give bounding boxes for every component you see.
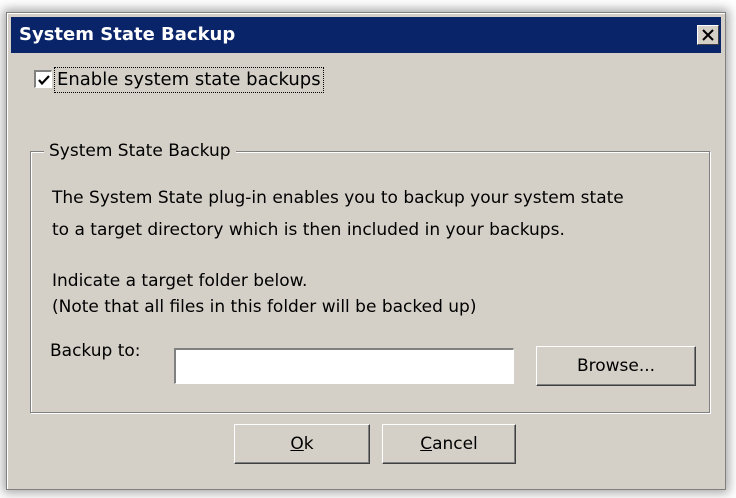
ok-mnemonic: O [290, 434, 304, 454]
instruction-line-2: (Note that all files in this folder will… [52, 297, 477, 317]
close-icon [702, 29, 714, 41]
close-button[interactable] [697, 25, 719, 45]
checkmark-icon [38, 75, 50, 86]
ok-label-rest: k [303, 434, 314, 454]
cancel-mnemonic: C [420, 434, 433, 454]
window-title: System State Backup [19, 24, 236, 45]
cancel-label-rest: ancel [432, 434, 478, 454]
enable-backups-checkbox[interactable] [34, 70, 52, 88]
cancel-button[interactable]: Cancel [382, 424, 516, 464]
description-line-2: to a target directory which is then incl… [52, 220, 565, 240]
description-line-1: The System State plug-in enables you to … [52, 188, 624, 208]
backup-to-label: Backup to: [50, 341, 141, 361]
instruction-line-1: Indicate a target folder below. [52, 271, 308, 291]
ok-button[interactable]: Ok [234, 424, 370, 464]
enable-backups-label[interactable]: Enable system state backups [54, 67, 324, 93]
backup-folder-input[interactable] [174, 348, 514, 384]
browse-button[interactable]: Browse... [536, 346, 696, 386]
groupbox-legend: System State Backup [44, 139, 236, 163]
title-bar[interactable]: System State Backup [11, 17, 721, 53]
